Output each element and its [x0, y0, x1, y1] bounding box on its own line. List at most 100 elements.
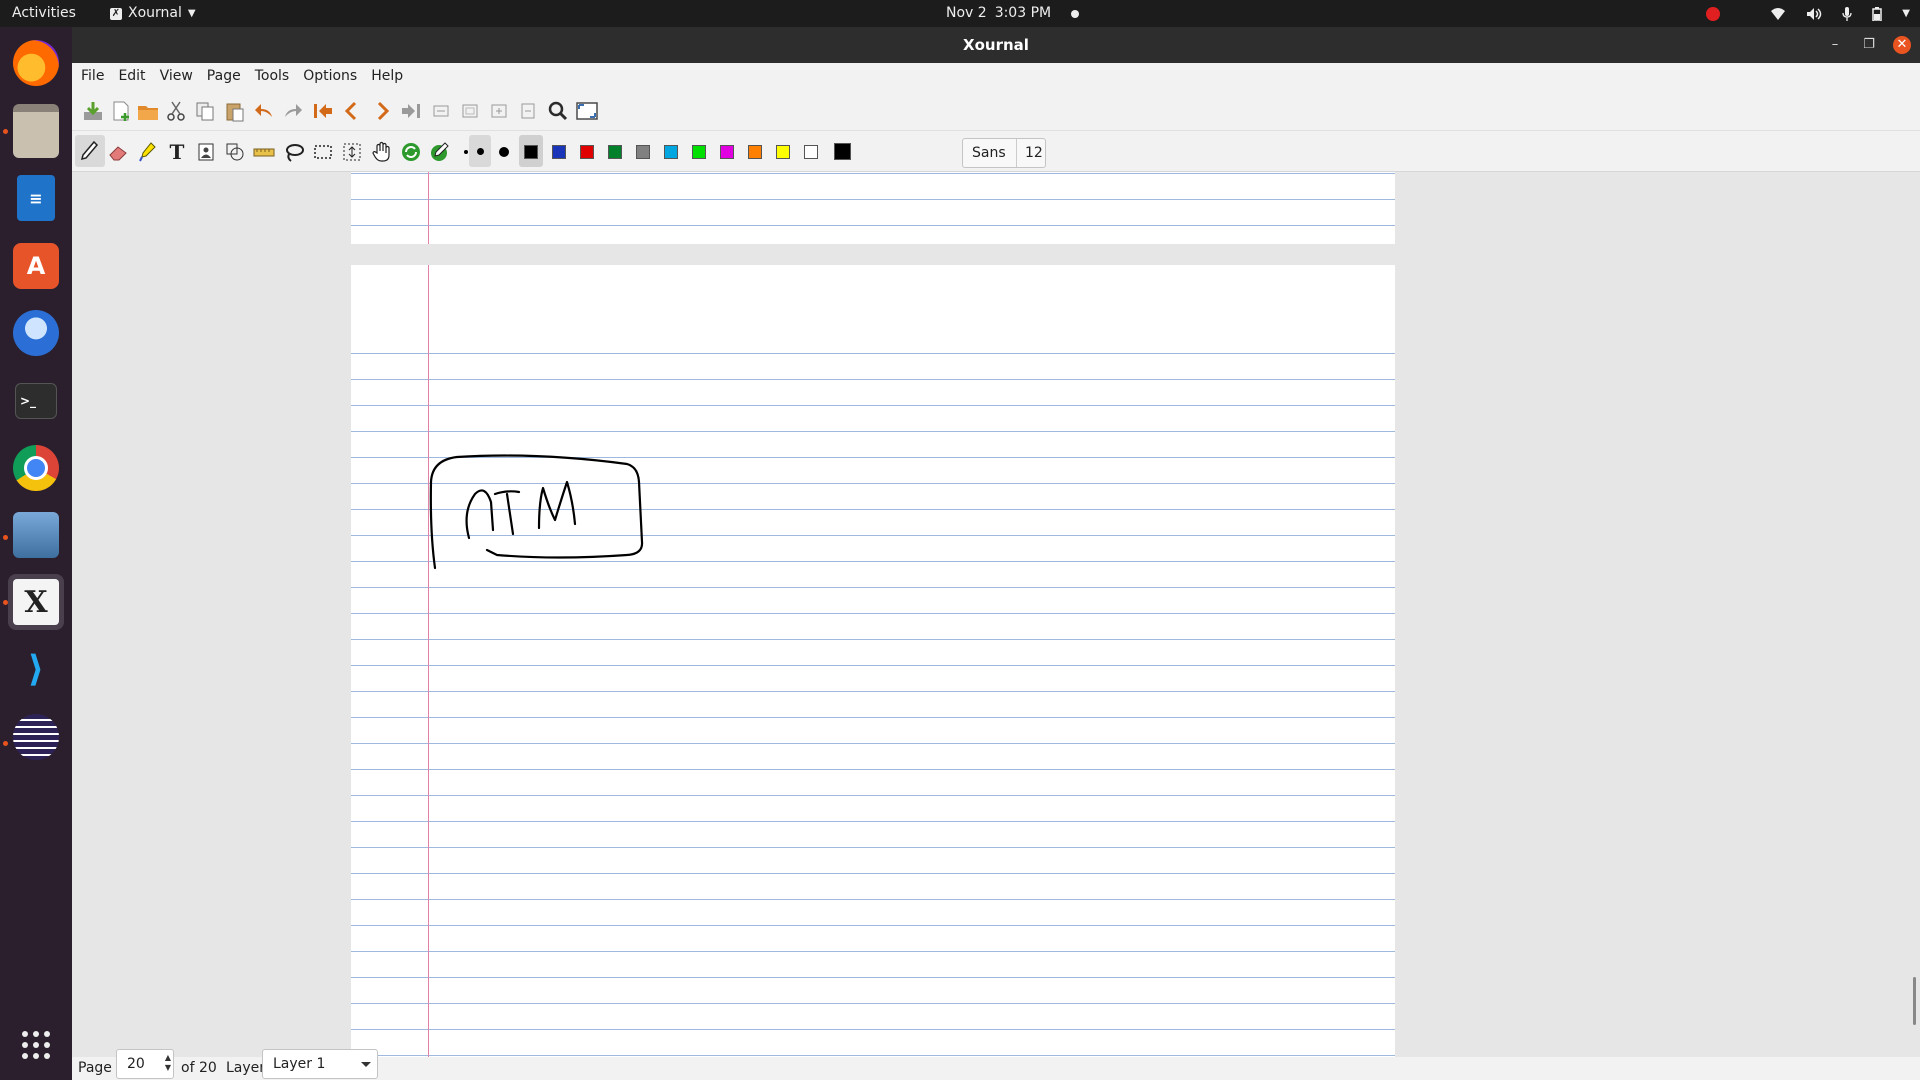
menu-tools[interactable]: Tools	[248, 63, 297, 89]
app-menu-label: Xournal	[128, 5, 182, 21]
menu-help[interactable]: Help	[364, 63, 410, 89]
page-number-value: 20	[127, 1056, 145, 1072]
cut-button[interactable]	[164, 99, 188, 123]
color-black-button[interactable]	[524, 145, 538, 159]
dock-writer[interactable]: ≡	[8, 170, 64, 226]
eraser-tool-button[interactable]	[106, 140, 130, 164]
system-menu-chevron-icon: ▼	[1902, 8, 1910, 19]
color-orange-button[interactable]	[748, 145, 762, 159]
dock-vscode[interactable]: ⟩	[8, 641, 64, 697]
default-tool-button[interactable]	[399, 140, 423, 164]
lasso-select-button[interactable]	[282, 140, 306, 164]
last-page-button[interactable]	[399, 99, 423, 123]
color-blue-button[interactable]	[552, 145, 566, 159]
color-yellow-button[interactable]	[776, 145, 790, 159]
maximize-button[interactable]: ❐	[1860, 36, 1878, 54]
recording-indicator-icon[interactable]	[1706, 6, 1721, 21]
first-page-button[interactable]	[311, 99, 335, 123]
rect-select-button[interactable]	[311, 140, 335, 164]
redo-button[interactable]	[281, 99, 305, 123]
copy-button[interactable]	[193, 99, 217, 123]
zoom-in-button[interactable]	[487, 99, 511, 123]
color-lightgreen-button[interactable]	[692, 145, 706, 159]
open-button[interactable]	[136, 99, 160, 123]
spinner-arrows-icon[interactable]: ▲ ▼	[165, 1053, 171, 1073]
title-bar[interactable]: Xournal – ❐ ✕	[72, 27, 1920, 63]
dock-files[interactable]	[8, 103, 64, 159]
text-tool-button[interactable]: T	[165, 140, 189, 164]
close-button[interactable]: ✕	[1893, 36, 1911, 54]
chevron-down-icon	[361, 1062, 371, 1067]
zoom-fit-button[interactable]	[458, 99, 482, 123]
color-magenta-button[interactable]	[720, 145, 734, 159]
show-apps-icon	[22, 1031, 50, 1059]
minimize-button[interactable]: –	[1826, 36, 1844, 54]
menu-edit[interactable]: Edit	[111, 63, 152, 89]
journal-canvas[interactable]	[72, 172, 1920, 1057]
menu-bar: File Edit View Page Tools Options Help	[72, 63, 1920, 89]
font-button[interactable]: Sans 12	[962, 138, 1046, 168]
fullscreen-button[interactable]	[575, 99, 599, 123]
menu-view[interactable]: View	[153, 63, 200, 89]
vertical-scrollbar[interactable]	[1913, 977, 1916, 1025]
new-button[interactable]	[109, 99, 133, 123]
dock-eclipse[interactable]	[8, 709, 64, 765]
default-pen-button[interactable]	[428, 140, 452, 164]
layer-dropdown[interactable]: Layer 1	[262, 1049, 378, 1079]
color-gray-button[interactable]	[636, 145, 650, 159]
page-number-spinner[interactable]: 20 ▲ ▼	[116, 1049, 174, 1079]
ruler-button[interactable]	[252, 140, 276, 164]
color-lightblue-button[interactable]	[664, 145, 678, 159]
clock-time: 3:03 PM	[994, 5, 1052, 21]
dock-show-apps[interactable]	[8, 1017, 64, 1073]
dock-software[interactable]: A	[8, 238, 64, 294]
page-width-button[interactable]	[516, 99, 540, 123]
undo-button[interactable]	[252, 99, 276, 123]
files-icon	[13, 104, 59, 158]
handwritten-atm-drawing[interactable]	[427, 442, 707, 602]
page-label: Page	[78, 1060, 112, 1076]
find-button[interactable]	[546, 99, 570, 123]
thickness-thick-button[interactable]	[492, 140, 516, 164]
clock[interactable]: Nov 2 3:03 PM	[946, 0, 1080, 27]
previous-page-button[interactable]	[340, 99, 364, 123]
dock-chrome[interactable]	[8, 440, 64, 496]
menu-file[interactable]: File	[74, 63, 111, 89]
next-page-button[interactable]	[370, 99, 394, 123]
color-red-button[interactable]	[580, 145, 594, 159]
xournal-window: Xournal – ❐ ✕ File Edit View Page Tools …	[72, 27, 1920, 1080]
dock-thunderbird[interactable]	[8, 305, 64, 361]
app-menu[interactable]: ✗ Xournal ▼	[110, 0, 196, 27]
dock-terminal[interactable]: >_	[8, 373, 64, 429]
writer-icon: ≡	[17, 175, 55, 221]
image-tool-button[interactable]	[194, 140, 218, 164]
save-button[interactable]	[81, 99, 105, 123]
paste-button[interactable]	[223, 99, 247, 123]
vertical-space-button[interactable]	[340, 140, 364, 164]
rect-select-icon	[314, 145, 332, 159]
wifi-icon	[1771, 7, 1786, 20]
dock-xournal[interactable]: X	[8, 574, 64, 630]
highlighter-tool-button[interactable]	[136, 140, 160, 164]
thickness-medium-button[interactable]	[469, 135, 491, 167]
pen-icon	[80, 140, 99, 161]
firefox-icon	[13, 40, 59, 86]
menu-options[interactable]: Options	[296, 63, 364, 89]
zoom-out-button[interactable]	[429, 99, 453, 123]
system-tray[interactable]: ▼	[1706, 0, 1910, 27]
color-white-button[interactable]	[804, 145, 818, 159]
activities-button[interactable]: Activities	[12, 0, 76, 27]
pen-tool-button[interactable]	[75, 135, 105, 167]
dock-firefox[interactable]	[8, 35, 64, 91]
dock: ≡ A >_ X ⟩	[0, 27, 72, 1080]
shape-recognizer-button[interactable]	[223, 140, 247, 164]
dock-screenshot[interactable]	[8, 507, 64, 563]
previous-page-sheet[interactable]	[351, 172, 1395, 244]
hand-tool-button[interactable]	[370, 140, 394, 164]
color-custom-button[interactable]	[834, 143, 851, 160]
redo-icon	[285, 104, 302, 117]
menu-page[interactable]: Page	[200, 63, 248, 89]
new-page-icon	[113, 101, 129, 121]
color-green-button[interactable]	[608, 145, 622, 159]
current-page-sheet[interactable]	[351, 265, 1395, 1057]
